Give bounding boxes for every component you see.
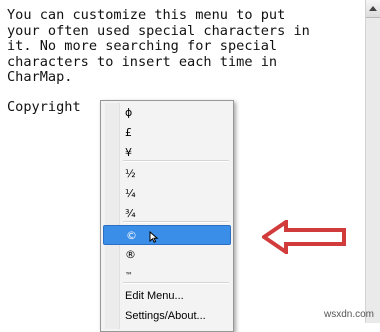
menu-separator — [123, 282, 229, 284]
menu-separator — [123, 221, 229, 223]
menu-separator — [123, 160, 229, 162]
menu-item-one-half[interactable]: ½ — [103, 164, 231, 184]
copyright-word: Copyright — [7, 99, 81, 115]
special-characters-menu: ϕ £ ¥ ½ ¼ ¾ © ® ™ Edit Menu... Settings/… — [100, 100, 234, 332]
menu-item-settings-about[interactable]: Settings/About... — [103, 306, 231, 326]
menu-item-phi[interactable]: ϕ — [103, 103, 231, 123]
red-arrow-icon — [262, 220, 346, 254]
watermark: wsxdn.com — [323, 309, 374, 320]
menu-item-one-quarter[interactable]: ¼ — [103, 184, 231, 204]
mouse-pointer-icon — [149, 231, 159, 243]
editor-paragraph: You can customize this menu to put your … — [7, 7, 310, 85]
menu-item-edit-menu[interactable]: Edit Menu... — [103, 286, 231, 306]
menu-item-copyright[interactable]: © — [103, 225, 231, 245]
menu-item-registered[interactable]: ® — [103, 245, 231, 265]
scroll-up-button[interactable] — [366, 0, 380, 18]
menu-item-pound[interactable]: £ — [103, 123, 231, 143]
chevron-up-icon — [369, 6, 377, 11]
vertical-scrollbar[interactable] — [365, 0, 380, 323]
